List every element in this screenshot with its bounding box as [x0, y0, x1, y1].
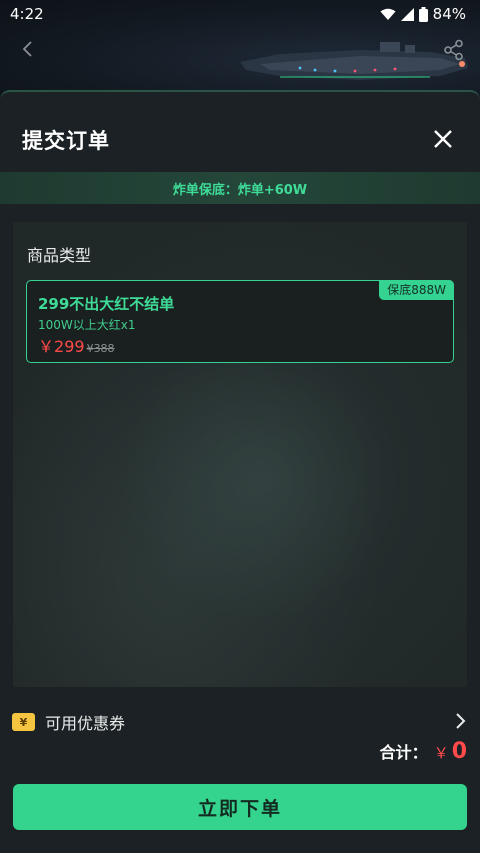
product-description: 100W以上大红x1	[38, 318, 136, 332]
chevron-left-icon	[22, 41, 32, 57]
total-label: 合计：	[379, 743, 428, 762]
product-badge: 保底888W	[379, 280, 454, 300]
status-icons: 84%	[380, 5, 466, 23]
share-button[interactable]	[440, 36, 468, 64]
place-order-button[interactable]: 立即下单	[13, 784, 467, 830]
wifi-icon	[380, 8, 396, 20]
battery-icon	[418, 6, 428, 22]
price-original-currency: ¥	[86, 342, 94, 355]
sheet-title: 提交订单	[22, 129, 110, 153]
coupon-icon: ¥	[12, 713, 35, 731]
section-label: 商品类型	[27, 246, 92, 265]
status-time: 4:22	[10, 5, 44, 23]
chevron-right-icon	[456, 713, 466, 729]
spaceship-illustration	[240, 42, 468, 80]
total-currency: ￥	[433, 744, 449, 762]
product-price: ￥ 299 ¥ 388	[38, 333, 115, 357]
close-icon	[434, 130, 452, 148]
product-option-card[interactable]: 保底888W 299不出大红不结单 100W以上大红x1 ￥ 299 ¥ 388	[26, 280, 454, 363]
coupon-label: 可用优惠券	[45, 714, 126, 733]
coupon-row[interactable]: ¥ 可用优惠券	[12, 709, 468, 735]
price-original: 388	[93, 342, 115, 355]
checkout-footer: ¥ 可用优惠券 合计： ￥ 0 立即下单	[0, 695, 480, 853]
price-currency: ￥	[38, 337, 55, 356]
price-current: 299	[54, 337, 85, 356]
total-row: 合计： ￥ 0	[380, 739, 467, 764]
sheet-header: 提交订单	[0, 92, 480, 170]
close-button[interactable]	[430, 126, 456, 152]
status-bar: 4:22 84%	[0, 0, 480, 28]
back-button[interactable]	[14, 36, 40, 62]
total-value: 0	[451, 739, 467, 764]
product-panel: 商品类型 保底888W 299不出大红不结单 100W以上大红x1 ￥ 299 …	[13, 222, 467, 687]
signal-icon	[400, 7, 414, 21]
share-icon	[444, 39, 463, 61]
battery-percent: 84%	[432, 5, 466, 23]
product-name: 299不出大红不结单	[38, 295, 175, 313]
promo-banner: 炸单保底：炸单+60W	[0, 172, 480, 204]
